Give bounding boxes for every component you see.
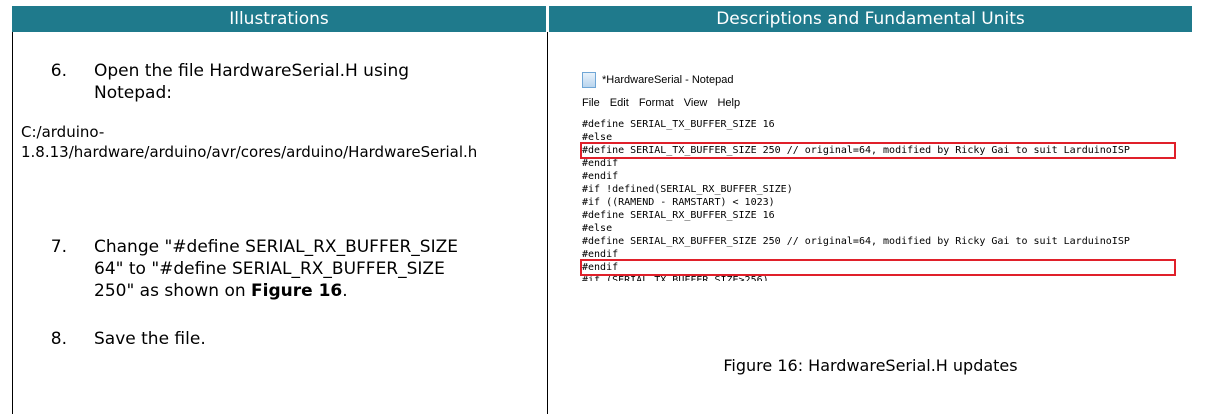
code-line: #define SERIAL_RX_BUFFER_SIZE 16 [582,210,775,221]
menu-edit: Edit [609,97,629,109]
code-line: #else [582,223,613,234]
menu-format: Format [638,97,674,109]
code-line: #if !defined(SERIAL_RX_BUFFER_SIZE) [582,184,793,195]
notepad-title-bar: *HardwareSerial - Notepad [582,70,733,90]
code-line: #if ((RAMEND - RAMSTART) < 1023) [582,197,775,208]
file-path: C:/arduino- 1.8.13/hardware/arduino/avr/… [21,123,478,161]
header-illustrations: Illustrations [12,6,546,32]
step-8: 8. Save the file. [39,328,519,350]
document-table: Illustrations Descriptions and Fundament… [12,6,1192,414]
step-7: 7. Change "#define SERIAL_RX_BUFFER_SIZE… [39,236,539,302]
menu-view: View [683,97,708,109]
step-text: Open the file HardwareSerial.H using Not… [94,61,410,103]
step-number: 6. [50,61,67,81]
menu-help: Help [717,97,741,109]
highlight-box-rx [580,259,1176,276]
menu-file: File [582,97,600,109]
header-descriptions: Descriptions and Fundamental Units [549,6,1192,32]
left-cell: 6. Open the file HardwareSerial.H using … [12,32,547,414]
code-line-highlighted: #define SERIAL_RX_BUFFER_SIZE 250 // ori… [582,236,1130,247]
code-line: #endif [582,171,619,182]
notepad-menu-bar: File Edit Format View Help [582,97,747,109]
right-cell: *HardwareSerial - Notepad File Edit Form… [549,32,1192,414]
step-number: 7. [50,237,67,257]
notepad-screenshot: *HardwareSerial - Notepad File Edit Form… [576,66,1192,286]
step-6: 6. Open the file HardwareSerial.H using … [39,60,519,104]
step-number: 8. [50,329,67,349]
highlight-box-tx [580,142,1176,159]
figure-reference: Figure 16 [251,281,343,301]
figure-caption: Figure 16: HardwareSerial.H updates [723,356,1018,375]
step-text: Save the file. [94,329,206,349]
notepad-icon [582,72,596,89]
code-line: #define SERIAL_TX_BUFFER_SIZE 16 [582,119,775,130]
column-divider [547,32,548,414]
step-text: Change "#define SERIAL_RX_BUFFER_SIZE 64… [94,237,458,301]
